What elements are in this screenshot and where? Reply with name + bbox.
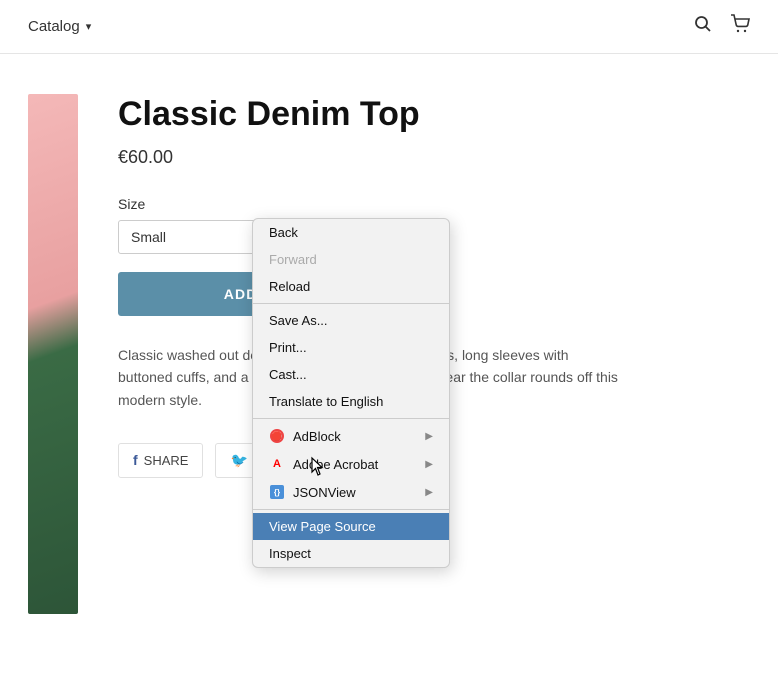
catalog-chevron-icon: ▾ [86, 20, 92, 33]
back-label: Back [269, 225, 298, 240]
save-as-label: Save As... [269, 313, 328, 328]
translate-label: Translate to English [269, 394, 383, 409]
jsonview-icon: {} [269, 484, 285, 500]
facebook-share-button[interactable]: f SHARE [118, 443, 203, 478]
adblock-label: AdBlock [293, 429, 341, 444]
cart-button[interactable] [730, 14, 750, 39]
context-menu-item-adobe[interactable]: A Adobe Acrobat ▶ [253, 450, 449, 478]
adblock-icon: 🛑 [269, 428, 285, 444]
product-title: Classic Denim Top [118, 94, 750, 135]
adobe-icon: A [269, 456, 285, 472]
twitter-icon: 🐦 [230, 452, 247, 469]
cast-label: Cast... [269, 367, 307, 382]
context-menu-item-view-source[interactable]: View Page Source [253, 513, 449, 540]
main-content: Classic Denim Top €60.00 Size Small Medi… [0, 54, 778, 614]
context-menu-item-cast[interactable]: Cast... [253, 361, 449, 388]
context-menu: Back Forward Reload Save As... [252, 218, 450, 568]
adobe-label: Adobe Acrobat [293, 457, 378, 472]
product-image [28, 94, 78, 614]
submenu-arrow-icon: ▶ [425, 431, 433, 442]
search-button[interactable] [694, 15, 712, 38]
facebook-share-label: SHARE [144, 453, 189, 468]
inspect-label: Inspect [269, 546, 311, 561]
context-menu-item-inspect[interactable]: Inspect [253, 540, 449, 567]
jsonview-label: JSONView [293, 485, 356, 500]
context-menu-item-jsonview[interactable]: {} JSONView ▶ [253, 478, 449, 506]
cart-icon [730, 14, 750, 34]
submenu-arrow-icon: ▶ [425, 459, 433, 470]
reload-label: Reload [269, 279, 310, 294]
facebook-icon: f [133, 452, 138, 468]
header-left: Catalog ▾ [28, 18, 91, 35]
context-menu-item-forward: Forward [253, 246, 449, 273]
submenu-arrow-icon: ▶ [425, 487, 433, 498]
ctx-separator-2 [253, 418, 449, 419]
view-source-label: View Page Source [269, 519, 376, 534]
print-label: Print... [269, 340, 307, 355]
context-menu-item-back[interactable]: Back [253, 219, 449, 246]
ctx-separator-3 [253, 509, 449, 510]
size-label: Size [118, 196, 750, 212]
context-menu-item-adblock[interactable]: 🛑 AdBlock ▶ [253, 422, 449, 450]
forward-label: Forward [269, 252, 317, 267]
ctx-separator-1 [253, 303, 449, 304]
header-right [694, 14, 750, 39]
context-menu-item-reload[interactable]: Reload [253, 273, 449, 300]
context-menu-item-print[interactable]: Print... [253, 334, 449, 361]
catalog-nav[interactable]: Catalog [28, 18, 80, 35]
header: Catalog ▾ [0, 0, 778, 54]
product-price: €60.00 [118, 147, 750, 168]
search-icon [694, 15, 712, 33]
context-menu-item-save-as[interactable]: Save As... [253, 307, 449, 334]
context-menu-item-translate[interactable]: Translate to English [253, 388, 449, 415]
